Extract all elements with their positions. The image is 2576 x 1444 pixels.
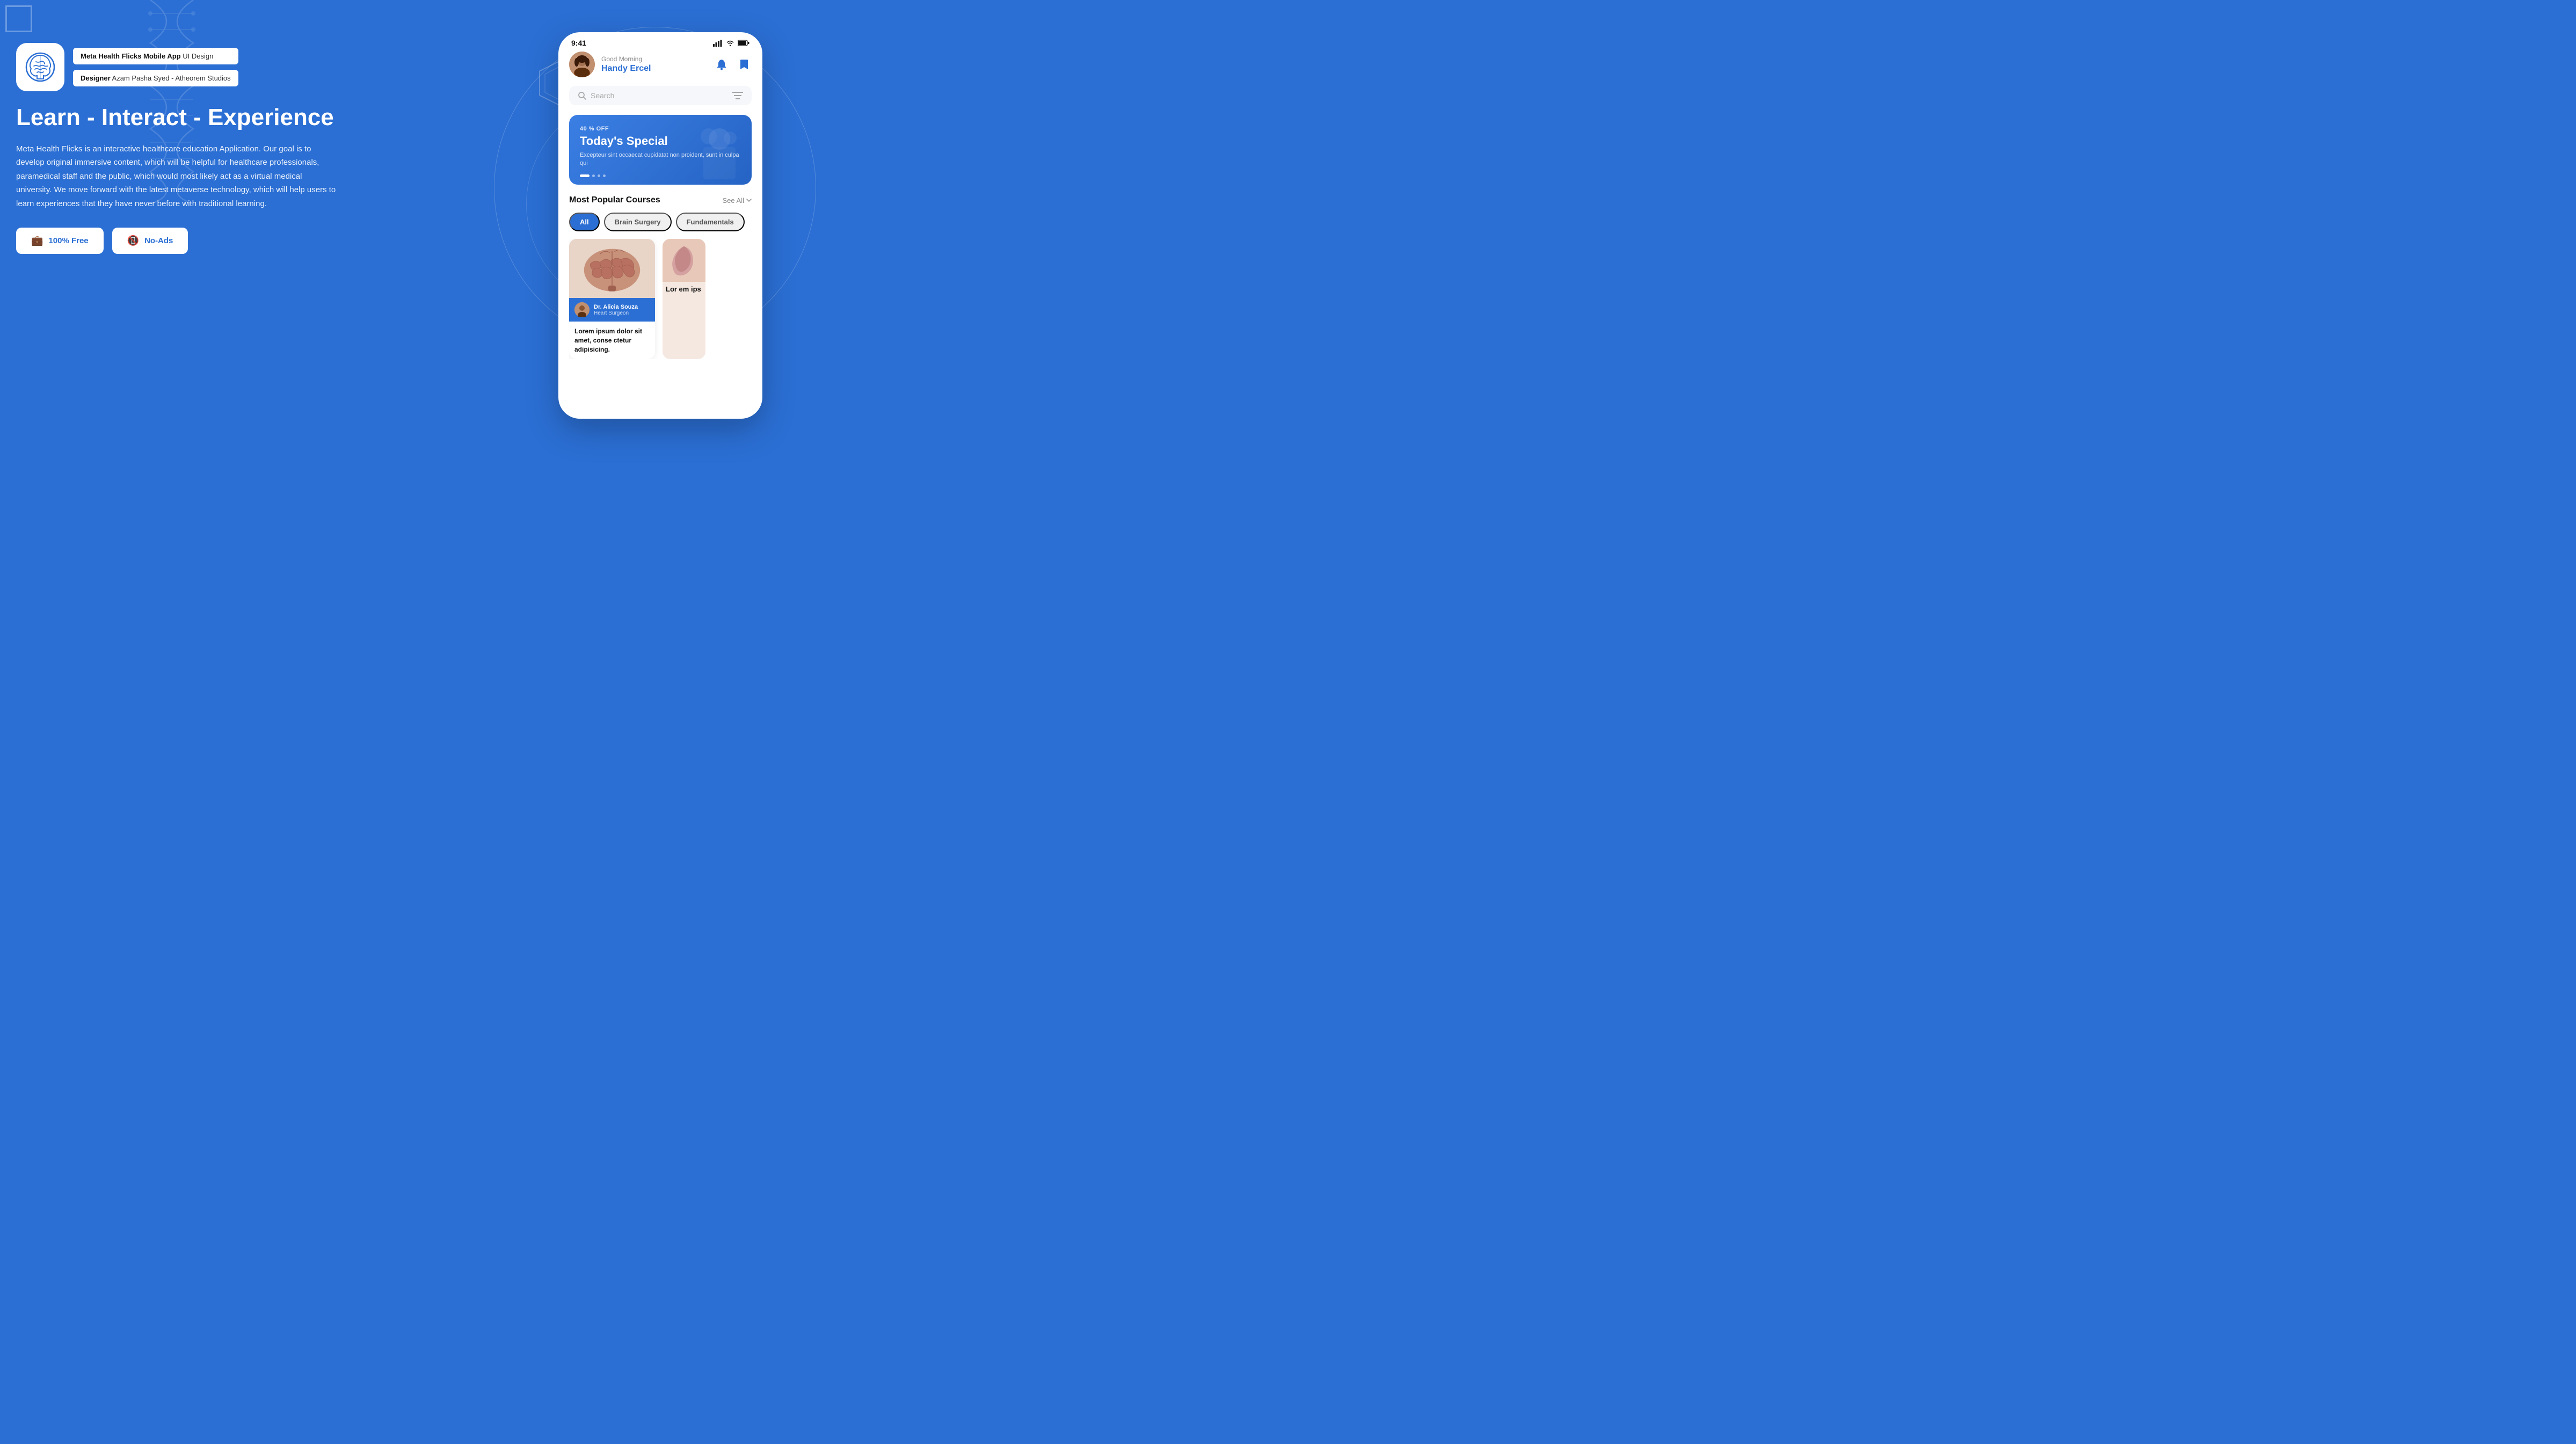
bg-square-decoration (5, 5, 32, 32)
phone-content: Good Morning Handy Ercel (558, 52, 762, 414)
user-greeting-block: Good Morning Handy Ercel (601, 55, 651, 74)
carousel-dot-2[interactable] (592, 174, 595, 177)
course-author-name-1: Dr. Alicia Souza (594, 304, 638, 310)
signal-icon (713, 40, 723, 47)
status-bar: 9:41 (558, 32, 762, 52)
free-label: 100% Free (48, 236, 88, 245)
no-ads-label: No-Ads (144, 236, 173, 245)
chevron-down-icon (746, 199, 752, 202)
course-author-info-1: Dr. Alicia Souza Heart Surgeon (594, 304, 638, 316)
phone-mockup: 9:41 (558, 32, 762, 419)
courses-row: Dr. Alicia Souza Heart Surgeon Lorem ips… (569, 239, 752, 359)
wifi-icon (726, 40, 734, 47)
course-footer-1: Dr. Alicia Souza Heart Surgeon (569, 298, 655, 322)
search-bar[interactable]: Search (569, 86, 752, 105)
description-text: Meta Health Flicks is an interactive hea… (16, 142, 338, 211)
filter-tab-brain-surgery[interactable]: Brain Surgery (604, 213, 672, 231)
badge-labels: Meta Health Flicks Mobile App UI Design … (73, 48, 238, 86)
course-author-role-1: Heart Surgeon (594, 310, 638, 316)
cta-buttons: 💼 100% Free 📵 No-Ads (16, 228, 360, 254)
see-all-button[interactable]: See All (723, 196, 752, 205)
app-name-tag: Meta Health Flicks Mobile App UI Design (73, 48, 238, 64)
app-icon (16, 43, 64, 91)
course-card-1[interactable]: Dr. Alicia Souza Heart Surgeon Lorem ips… (569, 239, 655, 359)
avatar (569, 52, 595, 77)
search-icon (578, 91, 586, 100)
carousel-dot-3[interactable] (598, 174, 600, 177)
status-time: 9:41 (571, 39, 586, 47)
section-title: Most Popular Courses (569, 195, 660, 205)
left-section: Meta Health Flicks Mobile App UI Design … (16, 43, 360, 254)
bookmark-icon[interactable] (737, 57, 752, 72)
filter-tab-fundamentals[interactable]: Fundamentals (676, 213, 745, 231)
course-card-2-partial[interactable]: Lor em ips (663, 239, 705, 359)
main-headline: Learn - Interact - Experience (16, 104, 360, 132)
status-icons (713, 40, 749, 47)
battery-icon (738, 40, 749, 46)
search-left: Search (578, 91, 614, 100)
notification-icon[interactable] (714, 57, 729, 72)
greeting-text: Good Morning (601, 55, 651, 63)
course-image-1 (569, 239, 655, 298)
carousel-dot-4[interactable] (603, 174, 606, 177)
free-button[interactable]: 💼 100% Free (16, 228, 104, 254)
no-video-icon: 📵 (127, 235, 139, 246)
courses-section-header: Most Popular Courses See All (569, 195, 752, 205)
filter-tab-all[interactable]: All (569, 213, 600, 231)
course-author-avatar-1 (574, 302, 590, 317)
user-info: Good Morning Handy Ercel (569, 52, 651, 77)
no-ads-button[interactable]: 📵 No-Ads (112, 228, 188, 254)
app-badge: Meta Health Flicks Mobile App UI Design … (16, 43, 360, 91)
promo-banner: 40 % OFF Today's Special Excepteur sint … (569, 115, 752, 185)
carousel-dot-1[interactable] (580, 174, 590, 177)
wallet-icon: 💼 (31, 235, 43, 246)
course-image-2-partial (663, 239, 705, 282)
search-placeholder-text: Search (591, 91, 614, 100)
filter-tabs: All Brain Surgery Fundamentals (569, 213, 752, 231)
see-all-text: See All (723, 196, 744, 205)
filter-icon[interactable] (732, 91, 743, 100)
course-description-2: Lor em ips (663, 282, 705, 296)
user-name: Handy Ercel (601, 64, 651, 74)
designer-tag: Designer Azam Pasha Syed - Atheorem Stud… (73, 70, 238, 86)
banner-decoration (687, 115, 752, 185)
header-action-icons (714, 57, 752, 72)
phone-header: Good Morning Handy Ercel (569, 52, 752, 77)
course-description-1: Lorem ipsum dolor sit amet, conse ctetur… (569, 322, 655, 359)
